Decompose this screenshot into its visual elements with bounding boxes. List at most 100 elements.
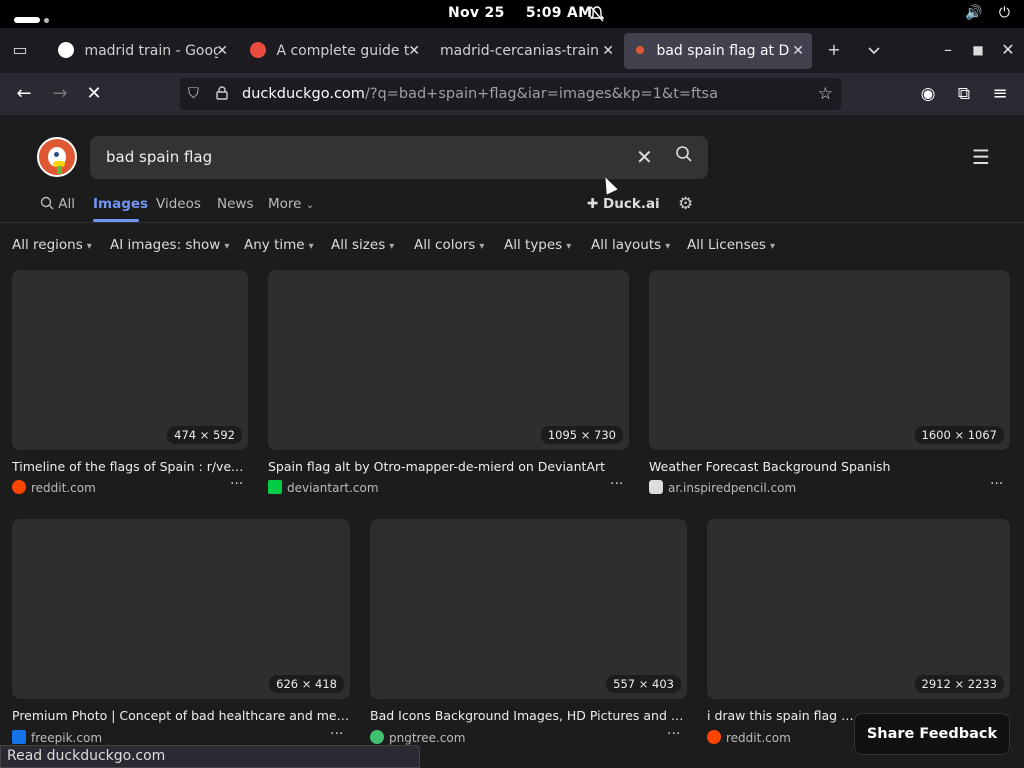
filter-time[interactable]: Any time ▾ (244, 237, 314, 253)
result-caption[interactable]: Timeline of the flags of Spain : r/vexil… (12, 459, 248, 474)
tab-news[interactable]: News (217, 196, 253, 212)
url-text[interactable]: duckduckgo.com/?q=bad+spain+flag&iar=ima… (242, 78, 718, 110)
more-options-icon[interactable]: ··· (610, 476, 623, 492)
speaker-icon[interactable]: 🔊 (965, 5, 982, 21)
filter-label: All colors (414, 237, 476, 253)
tab-overview-icon[interactable]: ▭ (4, 34, 36, 66)
result-thumbnail[interactable] (12, 270, 248, 450)
result-source[interactable]: freepik.com (12, 730, 102, 745)
result-caption[interactable]: i draw this spain flag in a (707, 708, 857, 723)
image-result[interactable]: 1600 × 1067 Weather Forecast Background … (649, 270, 1010, 500)
search-box[interactable]: bad spain flag ✕ (90, 136, 708, 179)
result-source[interactable]: pngtree.com (370, 730, 465, 745)
reddit-icon (707, 730, 721, 744)
back-button[interactable]: ← (8, 78, 40, 110)
maximize-button[interactable]: ■ (962, 34, 994, 66)
power-icon[interactable]: ⏻ (999, 5, 1010, 21)
forward-button[interactable]: → (44, 78, 76, 110)
filter-types[interactable]: All types ▾ (504, 237, 571, 253)
navigation-toolbar: ← → ✕ ⛉ duckduckgo.com/?q=bad+spain+flag… (0, 73, 1024, 115)
system-tray[interactable]: 🔊 ⏻ (953, 5, 1010, 21)
tab-title: madrid-cercanias-trains (440, 43, 598, 59)
tab-more[interactable]: More ⌄ (268, 196, 314, 212)
more-options-icon[interactable]: ··· (667, 726, 680, 742)
active-tab-indicator (93, 219, 139, 222)
tab-madrid-cercanias[interactable]: madrid-cercanias-trains ✕ (428, 33, 622, 69)
stop-button[interactable]: ✕ (78, 78, 110, 110)
menu-icon[interactable]: ≡ (984, 78, 1016, 110)
filter-regions[interactable]: All regions ▾ (12, 237, 92, 253)
shield-icon[interactable]: ⛉ (188, 78, 199, 110)
bookmark-star-icon[interactable]: ☆ (818, 78, 833, 110)
result-thumbnail[interactable] (268, 270, 629, 450)
page-content: bad spain flag ✕ ☰ All Images Videos New… (0, 115, 1024, 768)
image-dimensions: 2912 × 2233 (914, 675, 1004, 693)
site-icon (250, 42, 266, 58)
lock-icon[interactable] (216, 78, 228, 110)
duckduckgo-logo[interactable] (37, 137, 77, 177)
filter-licenses[interactable]: All Licenses ▾ (687, 237, 775, 253)
loading-icon (636, 46, 644, 54)
result-source[interactable]: ar.inspiredpencil.com (649, 480, 796, 495)
search-icon[interactable] (675, 145, 693, 168)
result-thumbnail[interactable] (12, 519, 350, 699)
tab-images[interactable]: Images (93, 196, 148, 212)
result-caption[interactable]: Weather Forecast Background Spanish (649, 459, 1010, 474)
new-tab-button[interactable]: + (818, 34, 850, 66)
result-thumbnail[interactable] (707, 519, 1010, 699)
result-thumbnail[interactable] (370, 519, 687, 699)
filter-layouts[interactable]: All layouts ▾ (591, 237, 670, 253)
close-icon[interactable]: ✕ (216, 33, 228, 69)
hamburger-menu-icon[interactable]: ☰ (972, 145, 990, 169)
freepik-icon (12, 730, 26, 744)
account-icon[interactable]: ◉ (912, 78, 944, 110)
filter-bar: All regions ▾ AI images: show ▾ Any time ▾ … (0, 234, 1024, 258)
result-thumbnail[interactable] (649, 270, 1010, 450)
gear-icon[interactable]: ⚙ (678, 194, 693, 214)
tab-madrid-train[interactable]: madrid train - Googl ✕ (46, 33, 236, 69)
tab-bad-spain-flag[interactable]: bad spain flag at Du ✕ (624, 33, 812, 69)
image-result[interactable]: 1095 × 730 Spain flag alt by Otro-mapper… (268, 270, 629, 500)
window-close-button[interactable]: ✕ (992, 34, 1024, 66)
more-options-icon[interactable]: ··· (330, 726, 343, 742)
url-bar[interactable]: ⛉ duckduckgo.com/?q=bad+spain+flag&iar=i… (180, 78, 841, 110)
search-input[interactable]: bad spain flag (106, 148, 212, 166)
result-source[interactable]: reddit.com (12, 480, 96, 495)
source-label: reddit.com (31, 481, 96, 495)
image-result[interactable]: 474 × 592 Timeline of the flags of Spain… (12, 270, 248, 500)
close-icon[interactable]: ✕ (602, 33, 614, 69)
activities-button[interactable] (14, 12, 49, 28)
more-options-icon[interactable]: ··· (230, 476, 243, 492)
minimize-button[interactable]: – (932, 34, 964, 66)
extensions-icon[interactable]: ⧉ (948, 78, 980, 110)
image-result[interactable]: 557 × 403 Bad Icons Background Images, H… (370, 519, 687, 749)
tab-list-button[interactable] (858, 34, 890, 66)
result-source[interactable]: deviantart.com (268, 480, 379, 495)
duck-ai-label: Duck.ai (603, 196, 660, 212)
filter-colors[interactable]: All colors ▾ (414, 237, 484, 253)
result-caption[interactable]: Spain flag alt by Otro-mapper-de-mierd o… (268, 459, 629, 474)
filter-label: All layouts (591, 237, 662, 253)
image-result[interactable]: 626 × 418 Premium Photo | Concept of bad… (12, 519, 350, 749)
result-source[interactable]: reddit.com (707, 730, 791, 745)
filter-sizes[interactable]: All sizes ▾ (331, 237, 394, 253)
share-feedback-button[interactable]: Share Feedback (854, 713, 1010, 755)
tab-all-label: All (58, 196, 76, 212)
google-icon (58, 42, 74, 58)
filter-ai-images[interactable]: AI images: show ▾ (110, 237, 229, 253)
tab-complete-guide[interactable]: A complete guide to ✕ (238, 33, 428, 69)
tab-all[interactable]: All (40, 196, 75, 212)
close-icon[interactable]: ✕ (792, 33, 804, 69)
close-icon[interactable]: ✕ (408, 33, 420, 69)
clock[interactable]: Nov 25 5:09 AM (448, 5, 592, 21)
deviantart-icon (268, 480, 282, 494)
result-caption[interactable]: Premium Photo | Concept of bad healthcar… (12, 708, 350, 723)
pngtree-icon (370, 730, 384, 744)
site-icon (649, 480, 663, 494)
filter-label: All regions (12, 237, 83, 253)
clear-search-icon[interactable]: ✕ (636, 145, 653, 169)
more-options-icon[interactable]: ··· (990, 476, 1003, 492)
result-caption[interactable]: Bad Icons Background Images, HD Pictures… (370, 708, 687, 723)
duck-ai-link[interactable]: ✚ Duck.ai (587, 196, 660, 212)
tab-videos[interactable]: Videos (156, 196, 201, 212)
